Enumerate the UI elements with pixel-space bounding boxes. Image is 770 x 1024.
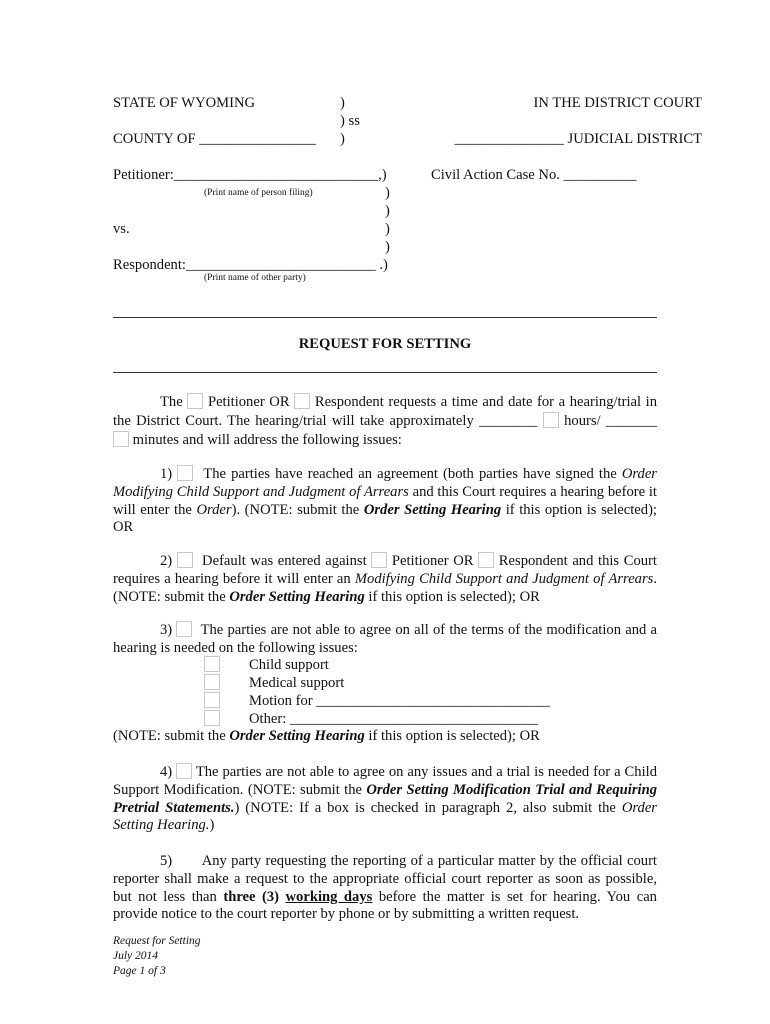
medical-support-checkbox[interactable]	[204, 674, 220, 690]
caption-paren-ss: ) ss	[340, 113, 360, 129]
document-reference: Modifying Child Support and Judgment of …	[354, 570, 654, 587]
option-text: The parties are not able to agree on all…	[113, 622, 657, 656]
option-number: 4)	[160, 764, 173, 780]
child-support-checkbox[interactable]	[204, 656, 220, 672]
minutes-checkbox[interactable]	[113, 430, 129, 447]
emphasis-text: three (3)	[223, 888, 286, 905]
minutes-field[interactable]: hours/ _______	[564, 413, 657, 429]
default-petitioner-checkbox[interactable]	[371, 552, 388, 568]
option-text: ). (NOTE: submit the	[231, 501, 364, 518]
motion-for-field[interactable]: Motion for _____________________________…	[249, 693, 550, 709]
option-text: (NOTE: submit the	[113, 728, 230, 744]
option-text: ) (NOTE: If a box is checked in paragrap…	[234, 799, 622, 816]
issue-label: Child support	[249, 657, 329, 673]
document-reference: Order Setting Hearing	[363, 501, 502, 518]
petitioner-checkbox[interactable]	[187, 393, 204, 409]
vs-label: vs.	[113, 221, 130, 237]
caption-paren: )	[385, 185, 390, 201]
county-field[interactable]: COUNTY OF ________________	[113, 131, 316, 148]
option-text: Default was entered against	[202, 553, 367, 569]
default-respondent-checkbox[interactable]	[478, 552, 495, 568]
option-text: if this option is selected); OR	[364, 588, 540, 605]
caption-paren: )	[385, 239, 390, 255]
caption-paren: )	[385, 203, 390, 219]
petitioner-hint: (Print name of person filing)	[204, 188, 313, 198]
option-text: Petitioner OR	[391, 553, 474, 569]
document-reference: Order Setting Hearing	[229, 588, 365, 605]
option-number: 5)	[160, 853, 173, 869]
caption-paren: )	[340, 95, 345, 111]
footer-page-number: Page 1 of 3	[113, 965, 166, 977]
judicial-district-field[interactable]: _______________ JUDICIAL DISTRICT	[454, 131, 702, 148]
caption-paren: )	[340, 131, 345, 147]
option-1-paragraph: 1) The parties have reached an agreement…	[113, 465, 657, 537]
option-2-checkbox[interactable]	[176, 552, 193, 568]
issue-motion-for: Motion for _____________________________…	[204, 692, 550, 711]
footer-form-name: Request for Setting	[113, 935, 201, 947]
option-5-paragraph: 5) Any party requesting the reporting of…	[113, 853, 657, 924]
option-number: 3)	[160, 622, 173, 638]
other-checkbox[interactable]	[204, 710, 220, 726]
document-reference: Order Setting Hearing	[229, 728, 365, 744]
intro-paragraph: The Petitioner OR Respondent requests a …	[113, 393, 657, 449]
other-field[interactable]: Other: _________________________________…	[249, 711, 538, 727]
issue-other: Other: _________________________________…	[204, 710, 538, 729]
emphasis-text: working days	[285, 888, 373, 905]
option-4-checkbox[interactable]	[176, 763, 193, 779]
respondent-hint: (Print name of other party)	[204, 273, 306, 283]
intro-text: Petitioner OR	[207, 394, 290, 410]
option-4-paragraph: 4) The parties are not able to agree on …	[113, 763, 657, 835]
option-text: )	[209, 817, 215, 834]
intro-text: The	[160, 394, 183, 410]
caption-paren: )	[385, 221, 390, 237]
motion-for-checkbox[interactable]	[204, 692, 220, 708]
issue-child-support: Child support	[204, 656, 329, 675]
option-3-paragraph: 3) The parties are not able to agree on …	[113, 621, 657, 658]
option-3-note: (NOTE: submit the Order Setting Hearing …	[113, 728, 657, 746]
hours-checkbox[interactable]	[542, 411, 559, 428]
option-1-checkbox[interactable]	[177, 465, 194, 481]
court-label: IN THE DISTRICT COURT	[533, 95, 702, 111]
option-number: 2)	[160, 553, 173, 569]
issue-medical-support: Medical support	[204, 674, 344, 693]
option-2-paragraph: 2) Default was entered against Petitione…	[113, 552, 657, 606]
respondent-name-field[interactable]: Respondent:__________________________ .)	[113, 257, 388, 274]
intro-text: minutes and will address the following i…	[132, 431, 402, 448]
option-number: 1)	[160, 466, 173, 482]
document-reference: Order	[196, 501, 232, 518]
petitioner-name-field[interactable]: Petitioner:____________________________,…	[113, 167, 387, 184]
option-text: if this option is selected); OR	[364, 728, 540, 744]
option-text: The parties have reached an agreement (b…	[203, 466, 622, 482]
divider-top	[113, 317, 657, 318]
state-label: STATE OF WYOMING	[113, 95, 256, 111]
issue-label: Medical support	[249, 675, 345, 691]
page-footer: Request for Setting July 2014 Page 1 of …	[113, 934, 201, 979]
case-number-field[interactable]: Civil Action Case No. __________	[431, 167, 637, 184]
divider-bottom	[113, 372, 657, 373]
option-3-checkbox[interactable]	[176, 621, 193, 637]
footer-date: July 2014	[113, 950, 159, 962]
respondent-checkbox[interactable]	[294, 393, 311, 409]
document-title: REQUEST FOR SETTING	[298, 336, 472, 352]
